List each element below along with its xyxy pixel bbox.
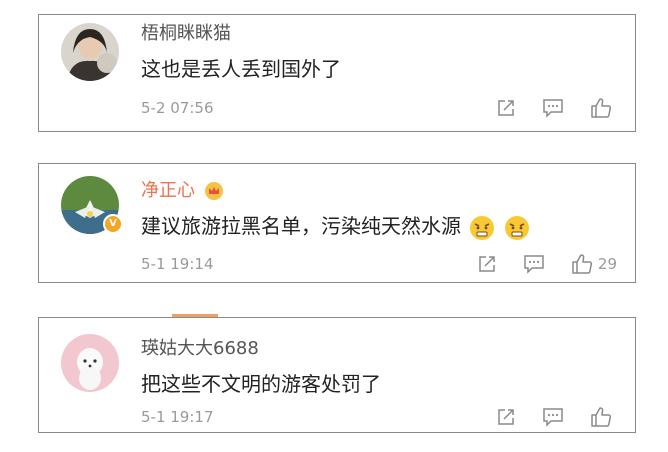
comment-time: 5-1 19:17 xyxy=(141,408,214,426)
like-icon xyxy=(591,407,612,427)
comment-actions xyxy=(470,406,617,428)
share-button[interactable] xyxy=(496,407,516,427)
comment-text-content: 建议旅游拉黑名单，污染纯天然水源 xyxy=(141,214,461,238)
like-button[interactable] xyxy=(590,97,617,119)
comment-icon xyxy=(524,255,544,274)
comment-icon xyxy=(543,408,563,427)
like-button[interactable]: 29 xyxy=(571,253,617,275)
like-icon xyxy=(591,98,612,118)
share-icon xyxy=(498,409,514,425)
comment-time: 5-1 19:14 xyxy=(141,255,214,273)
comment-username[interactable]: 瑛姑大大6688 xyxy=(141,334,259,360)
comment-username[interactable]: 净正心 xyxy=(141,176,224,202)
angry-emoji-icon xyxy=(504,215,529,240)
verified-badge-icon: V xyxy=(103,214,123,234)
like-icon xyxy=(572,254,592,274)
like-count: 29 xyxy=(597,255,617,273)
share-icon xyxy=(479,256,495,272)
comment-time: 5-2 07:56 xyxy=(141,99,214,117)
comment-actions: 29 xyxy=(451,253,617,275)
comment-card-2: V 净正心 建议旅游拉黑名单，污染纯天然水源 5-1 19:14 29 xyxy=(38,163,636,283)
comment-card-1: 梧桐眯眯猫 这也是丢人丢到国外了 5-2 07:56 xyxy=(38,14,636,132)
username-text: 净正心 xyxy=(141,180,195,201)
comment-button[interactable] xyxy=(523,254,545,274)
like-button[interactable] xyxy=(590,406,617,428)
comment-text: 这也是丢人丢到国外了 xyxy=(141,57,341,81)
avatar[interactable] xyxy=(61,334,119,392)
comment-card-3: 瑛姑大大6688 把这些不文明的游客处罚了 5-1 19:17 xyxy=(38,317,636,433)
share-icon xyxy=(498,100,514,116)
comment-button[interactable] xyxy=(542,98,564,118)
avatar[interactable] xyxy=(61,23,119,81)
comment-text: 建议旅游拉黑名单，污染纯天然水源 xyxy=(141,210,530,241)
comment-actions xyxy=(470,97,617,119)
share-button[interactable] xyxy=(496,98,516,118)
comment-icon xyxy=(543,99,563,118)
comment-text: 把这些不文明的游客处罚了 xyxy=(141,372,381,396)
comment-username[interactable]: 梧桐眯眯猫 xyxy=(141,19,231,45)
angry-emoji-icon xyxy=(470,215,495,240)
crown-icon xyxy=(204,182,223,200)
share-button[interactable] xyxy=(477,254,497,274)
comment-button[interactable] xyxy=(542,407,564,427)
